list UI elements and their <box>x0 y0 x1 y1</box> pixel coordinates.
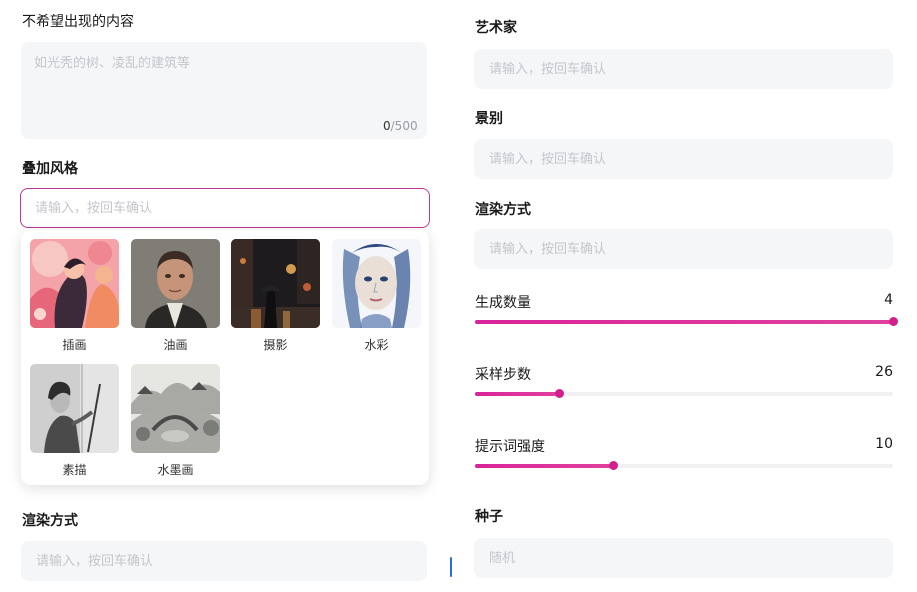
slider-value: 10 <box>875 436 893 452</box>
sampling-steps-slider[interactable]: 采样步数 26 <box>475 364 893 404</box>
slider-value: 26 <box>875 364 893 380</box>
slider-handle[interactable] <box>554 389 564 398</box>
overlay-style-input[interactable] <box>20 188 430 228</box>
seed-label: 种子 <box>475 509 503 525</box>
photography-thumbnail <box>231 239 320 328</box>
shot-input[interactable] <box>474 139 893 179</box>
style-name: 摄影 <box>263 338 288 352</box>
style-options-dropdown: 插画 油画 摄影 水彩 素描 水墨画 <box>21 230 429 485</box>
prompt-strength-slider[interactable]: 提示词强度 10 <box>475 436 893 476</box>
slider-track[interactable] <box>475 389 893 398</box>
style-name: 油画 <box>163 338 188 352</box>
shot-label: 景别 <box>475 111 503 127</box>
slider-value: 4 <box>884 292 893 308</box>
sketch-thumbnail <box>30 364 119 453</box>
artist-label: 艺术家 <box>475 20 517 36</box>
oil-painting-thumbnail <box>131 239 220 328</box>
slider-handle[interactable] <box>608 461 618 470</box>
style-option-photography[interactable]: 摄影 <box>231 239 320 353</box>
artist-input[interactable] <box>474 49 893 89</box>
slider-label: 采样步数 <box>475 367 531 383</box>
ink-painting-thumbnail <box>131 364 220 453</box>
render-mode-input-left[interactable] <box>21 541 427 581</box>
style-name: 插画 <box>62 338 87 352</box>
negative-prompt-label: 不希望出现的内容 <box>22 14 134 30</box>
character-count: 0 <box>383 119 391 133</box>
text-cursor <box>450 557 452 577</box>
style-option-ink-painting[interactable]: 水墨画 <box>131 364 220 478</box>
overlay-style-label: 叠加风格 <box>22 161 78 177</box>
render-mode-input-right[interactable] <box>474 229 893 269</box>
style-option-illustration[interactable]: 插画 <box>30 239 119 353</box>
negative-prompt-textarea[interactable] <box>21 42 427 139</box>
slider-fill <box>475 320 893 324</box>
slider-label: 生成数量 <box>475 295 531 311</box>
slider-label: 提示词强度 <box>475 439 545 455</box>
style-option-watercolor[interactable]: 水彩 <box>332 239 421 353</box>
render-mode-label-left: 渲染方式 <box>22 513 78 529</box>
slider-handle[interactable] <box>889 317 898 326</box>
seed-input[interactable] <box>474 538 893 578</box>
style-name: 素描 <box>62 463 87 477</box>
slider-track[interactable] <box>475 317 898 326</box>
illustration-thumbnail <box>30 239 119 328</box>
style-name: 水彩 <box>364 338 389 352</box>
slider-fill <box>475 392 559 396</box>
style-option-oil-painting[interactable]: 油画 <box>131 239 220 353</box>
generate-count-slider[interactable]: 生成数量 4 <box>475 292 898 332</box>
character-max: /500 <box>390 119 418 133</box>
slider-track[interactable] <box>475 461 893 470</box>
slider-fill <box>475 464 613 468</box>
style-option-sketch[interactable]: 素描 <box>30 364 119 478</box>
watercolor-thumbnail <box>332 239 421 328</box>
render-mode-label-right: 渲染方式 <box>475 202 531 218</box>
style-name: 水墨画 <box>157 463 194 477</box>
character-counter: 0/500 <box>383 119 418 133</box>
